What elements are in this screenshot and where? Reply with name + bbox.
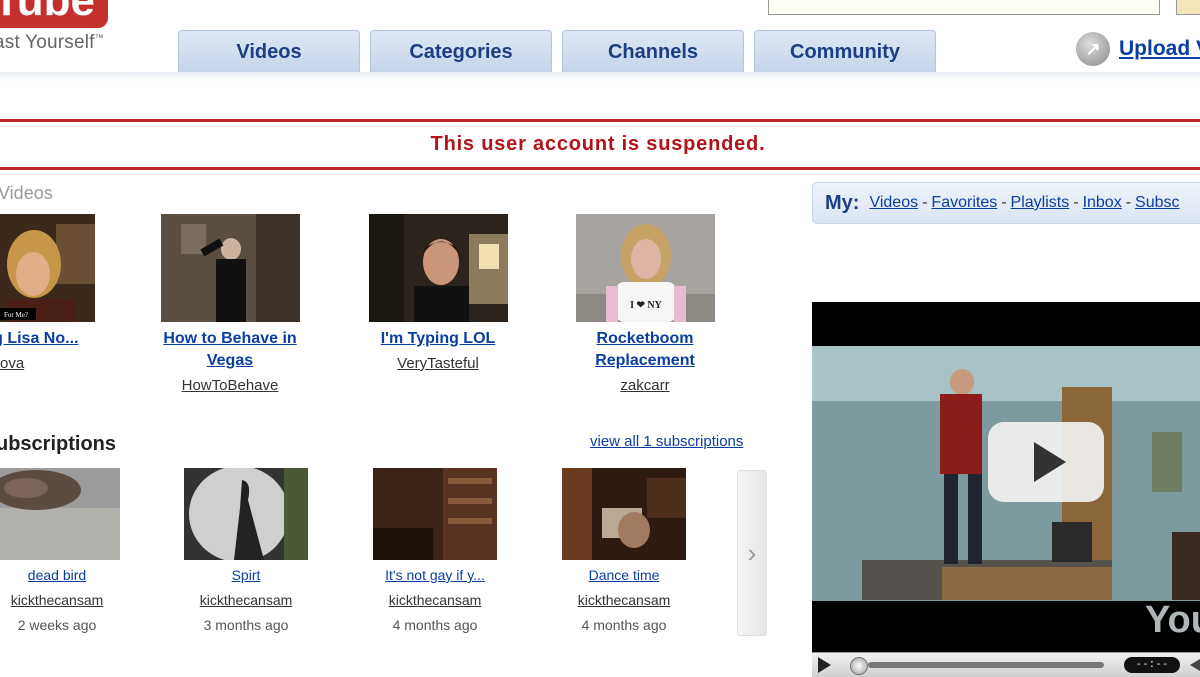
my-favorites-link[interactable]: Favorites <box>931 194 997 212</box>
video-channel-link[interactable]: isaNova <box>0 355 60 372</box>
shirt-text: I ❤ NY <box>630 300 662 311</box>
subscription-channel-link[interactable]: kickthecansam <box>0 592 117 608</box>
video-channel-link[interactable]: VeryTasteful <box>358 355 518 372</box>
scrubber-handle-icon[interactable] <box>850 657 868 675</box>
subscription-age: 2 weeks ago <box>17 617 97 633</box>
tab-bar-divider <box>0 72 1200 82</box>
my-label: My: <box>825 191 860 214</box>
progress-track[interactable] <box>868 662 1104 668</box>
video-channel-link[interactable]: HowToBehave <box>150 377 310 394</box>
subscription-title-link[interactable]: dead bird <box>0 567 117 583</box>
videos-section-label: Videos <box>0 183 53 203</box>
subscription-age: 4 months ago <box>392 617 478 633</box>
link-separator: - <box>1001 194 1007 211</box>
upload-arrow-icon[interactable]: ↗ <box>1076 32 1110 66</box>
my-account-bar: My: Videos - Favorites - Playlists - Inb… <box>812 182 1200 224</box>
subscriptions-heading: ubscriptions <box>0 433 117 455</box>
my-subscriptions-link[interactable]: Subsc <box>1135 194 1179 212</box>
search-button[interactable] <box>1176 0 1200 15</box>
subscription-channel-link[interactable]: kickthecansam <box>186 592 306 608</box>
alert-top-rule <box>0 119 1200 122</box>
subscription-title-link[interactable]: Dance time <box>564 567 684 583</box>
link-separator: - <box>1125 194 1132 211</box>
video-channel-link[interactable]: zakcarr <box>565 377 725 394</box>
video-thumbnail[interactable]: For Me? <box>0 214 95 322</box>
tab-community[interactable]: Community <box>754 30 936 73</box>
subscription-title-link[interactable]: It's not gay if y... <box>375 567 495 583</box>
thumbnail-caption: For Me? <box>4 311 28 319</box>
logo-tagline: ast Yourself™ <box>0 32 104 53</box>
video-title-link[interactable]: How to Behave in Vegas <box>150 328 310 372</box>
suspended-message: This user account is suspended. <box>430 133 766 155</box>
youtube-watermark: You <box>1145 599 1200 641</box>
tab-videos[interactable]: Videos <box>178 30 360 73</box>
link-separator: - <box>1073 194 1079 211</box>
youtube-logo[interactable]: Tube <box>0 0 108 28</box>
subscription-thumbnail[interactable] <box>0 468 120 560</box>
video-thumbnail[interactable]: I ❤ NY <box>576 214 715 322</box>
video-title-link[interactable]: cing Lisa No... <box>0 328 120 350</box>
upload-link[interactable]: Upload V <box>1119 37 1200 61</box>
my-playlists-link[interactable]: Playlists <box>1011 194 1070 212</box>
link-separator: - <box>922 194 928 211</box>
video-thumbnail[interactable] <box>161 214 300 322</box>
video-frame: You <box>812 302 1200 652</box>
subscription-thumbnail[interactable] <box>373 468 497 560</box>
player-control-bar: --:-- <box>812 652 1200 677</box>
play-icon[interactable] <box>818 657 831 673</box>
volume-icon[interactable] <box>1190 659 1200 671</box>
video-title-link[interactable]: I'm Typing LOL <box>358 328 518 350</box>
tab-channels[interactable]: Channels <box>562 30 744 73</box>
next-subscriptions-arrow-icon[interactable]: › <box>737 470 767 636</box>
subscription-title-link[interactable]: Spirt <box>186 567 306 583</box>
video-thumbnail[interactable] <box>369 214 508 322</box>
subscription-age: 4 months ago <box>581 617 667 633</box>
subscription-channel-link[interactable]: kickthecansam <box>375 592 495 608</box>
video-player[interactable]: You <box>812 302 1200 652</box>
my-videos-link[interactable]: Videos <box>869 194 918 212</box>
subscription-age: 3 months ago <box>203 617 289 633</box>
subscription-channel-link[interactable]: kickthecansam <box>564 592 684 608</box>
subscription-thumbnail[interactable] <box>184 468 308 560</box>
subscription-thumbnail[interactable] <box>562 468 686 560</box>
view-all-subscriptions-link[interactable]: view all 1 subscriptions <box>590 433 743 450</box>
tab-categories[interactable]: Categories <box>370 30 552 73</box>
search-input[interactable] <box>768 0 1160 15</box>
time-display: --:-- <box>1124 657 1180 673</box>
video-title-link[interactable]: Rocketboom Replacement <box>565 328 725 372</box>
my-inbox-link[interactable]: Inbox <box>1083 194 1122 212</box>
alert-bottom-rule <box>0 167 1200 170</box>
